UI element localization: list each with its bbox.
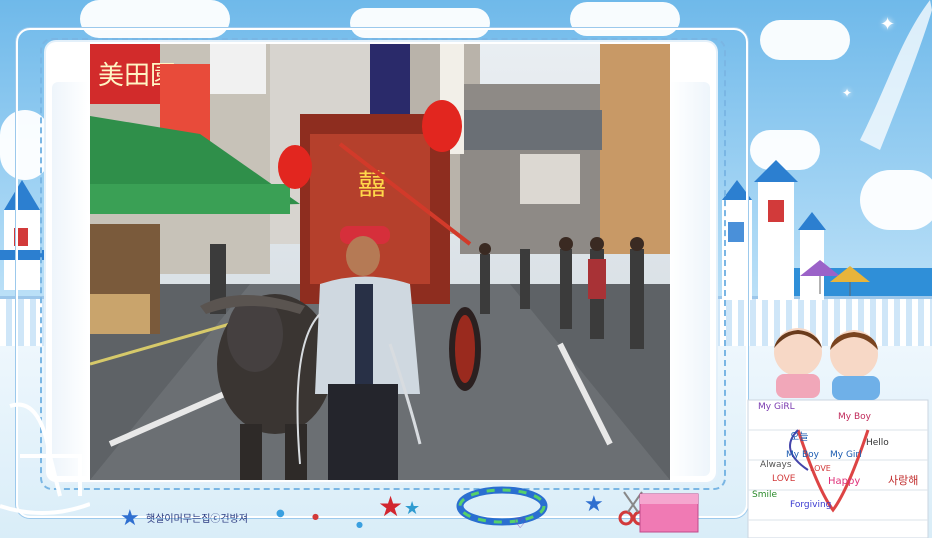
doodle-word: Forgiving xyxy=(790,500,832,510)
street-photo: 美田園 囍 xyxy=(90,44,670,480)
doodle-word: My Boy xyxy=(838,412,871,422)
dot-icon: ● xyxy=(276,508,285,519)
stars-icon: ★ xyxy=(120,506,140,531)
caption-text: 햇살이머무는집ⓒ건방져 xyxy=(146,514,248,525)
doodle-word: Happy xyxy=(828,476,861,487)
doodle-word: Smile xyxy=(752,490,778,500)
kids-couple-illustration xyxy=(747,328,929,538)
doodle-word: 오늘 xyxy=(790,432,809,443)
cloud xyxy=(860,170,932,230)
glass-ribbon-icon xyxy=(860,0,932,150)
beach-umbrellas-icon xyxy=(800,260,870,296)
dot-icon: ● xyxy=(312,512,319,521)
doodle-word: My Boy xyxy=(786,450,819,460)
doodle-word: Always xyxy=(760,460,792,470)
rocking-chair-icon xyxy=(0,402,90,515)
ring-icon xyxy=(456,486,548,526)
stars-icon: ★ xyxy=(404,498,421,519)
stars-icon: ★ xyxy=(584,492,604,517)
doodle-word: LOVE xyxy=(810,464,831,473)
doodle-word: Hello xyxy=(866,438,889,448)
doodle-word: My Girl xyxy=(830,450,862,460)
doodle-word: My GiRL xyxy=(758,402,795,412)
cart-sign-text: 囍 xyxy=(358,168,386,201)
stars-icon: ★ xyxy=(378,490,404,523)
mat-right-shading xyxy=(670,82,710,476)
doodle-word: LOVE xyxy=(772,474,796,484)
gift-bag-icon xyxy=(639,493,699,533)
heart-icon: ♡ xyxy=(514,516,527,532)
doodle-word: 사랑해 xyxy=(888,474,919,487)
dot-icon: ● xyxy=(356,520,363,529)
